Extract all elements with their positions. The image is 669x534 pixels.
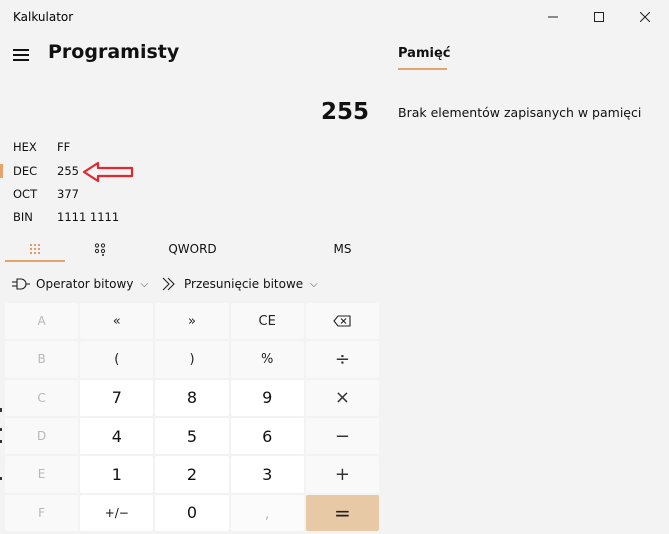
key-digit-2[interactable]: 2 (155, 456, 229, 493)
keypad: A « » CE B ( ) % ÷ C 7 8 9 × D 4 5 6 − E… (5, 303, 379, 531)
radix-label: OCT (13, 187, 38, 201)
radix-value: 377 (57, 187, 79, 201)
key-modulo[interactable]: % (230, 341, 304, 378)
chevron-down-icon: ⌵ (310, 278, 318, 290)
bitwise-toolbar: Operator bitowy ⌵ Przesunięcie bitowe ⌵ (0, 273, 380, 295)
key-multiply[interactable]: × (305, 379, 379, 416)
hamburger-icon (13, 49, 29, 51)
key-digit-8[interactable]: 8 (155, 379, 229, 416)
tab-full-keypad[interactable] (5, 236, 65, 262)
radix-label: BIN (13, 210, 33, 224)
key-digit-3[interactable]: 3 (230, 456, 304, 493)
key-open-paren[interactable]: ( (80, 341, 154, 378)
key-hex-a[interactable]: A (5, 303, 79, 340)
edge-artifact (0, 428, 2, 431)
title-bar: Kalkulator (0, 0, 669, 34)
mode-title: Programisty (48, 41, 180, 63)
close-button[interactable] (622, 0, 668, 34)
key-decimal-separator[interactable]: , (230, 494, 304, 531)
memory-panel-title[interactable]: Pamięć (398, 46, 450, 61)
key-digit-1[interactable]: 1 (80, 456, 154, 493)
radix-label: DEC (13, 164, 38, 178)
maximize-button[interactable] (576, 0, 622, 34)
memory-tab-indicator (398, 68, 447, 70)
minimize-icon (548, 16, 558, 18)
radix-selected-indicator (0, 164, 3, 178)
logic-gate-icon (12, 278, 30, 290)
key-negate[interactable]: +/− (80, 494, 154, 531)
tab-bit-toggling-keypad[interactable] (70, 236, 130, 262)
close-icon (640, 12, 650, 22)
key-digit-7[interactable]: 7 (80, 379, 154, 416)
memory-store-button[interactable]: MS (315, 236, 370, 262)
key-divide[interactable]: ÷ (305, 341, 379, 378)
app-title: Kalkulator (13, 10, 74, 24)
radix-value: 255 (57, 164, 79, 178)
key-subtract[interactable]: − (305, 417, 379, 455)
key-equals[interactable]: = (305, 494, 379, 531)
bit-shift-label: Przesunięcie bitowe (184, 277, 304, 291)
key-digit-0[interactable]: 0 (155, 494, 229, 531)
minimize-button[interactable] (530, 0, 576, 34)
key-hex-c[interactable]: C (5, 379, 79, 416)
key-backspace[interactable] (305, 303, 379, 340)
keypad-mode-tabs: QWORD MS (0, 236, 380, 262)
annotation-arrow-icon (82, 161, 134, 183)
key-digit-4[interactable]: 4 (80, 417, 154, 455)
maximize-icon (594, 12, 604, 22)
key-hex-e[interactable]: E (5, 456, 79, 493)
key-hex-b[interactable]: B (5, 341, 79, 378)
radix-value: FF (57, 140, 71, 154)
tab-active-indicator (5, 260, 65, 262)
result-display: 255 (320, 99, 369, 125)
edge-artifact (0, 440, 2, 443)
chevron-down-icon: ⌵ (140, 278, 149, 290)
key-left-shift[interactable]: « (80, 303, 154, 340)
keypad-grid-icon (30, 244, 40, 254)
key-clear-entry[interactable]: CE (230, 303, 304, 340)
backspace-icon (333, 315, 351, 327)
bit-shift-dropdown[interactable]: Przesunięcie bitowe ⌵ (162, 273, 318, 295)
key-close-paren[interactable]: ) (155, 341, 229, 378)
key-add[interactable]: + (305, 456, 379, 493)
bitwise-operator-dropdown[interactable]: Operator bitowy ⌵ (12, 273, 148, 295)
key-digit-5[interactable]: 5 (155, 417, 229, 455)
radix-value: 1111 1111 (57, 210, 120, 224)
edge-artifact (0, 477, 2, 480)
bitwise-operator-label: Operator bitowy (36, 277, 134, 291)
memory-empty-message: Brak elementów zapisanych w pamięci (398, 105, 642, 120)
key-hex-d[interactable]: D (5, 417, 79, 455)
radix-hex[interactable]: HEX FF (13, 136, 213, 158)
bit-toggle-icon (94, 242, 106, 256)
hamburger-menu-button[interactable] (11, 46, 31, 62)
key-hex-f[interactable]: F (5, 494, 79, 531)
key-digit-6[interactable]: 6 (230, 417, 304, 455)
word-size-button[interactable]: QWORD (150, 236, 235, 262)
key-right-shift[interactable]: » (155, 303, 229, 340)
radix-label: HEX (13, 140, 37, 154)
radix-oct[interactable]: OCT 377 (13, 183, 213, 205)
key-digit-9[interactable]: 9 (230, 379, 304, 416)
radix-bin[interactable]: BIN 1111 1111 (13, 206, 213, 228)
edge-artifact (0, 408, 2, 412)
bit-shift-icon (162, 277, 175, 291)
